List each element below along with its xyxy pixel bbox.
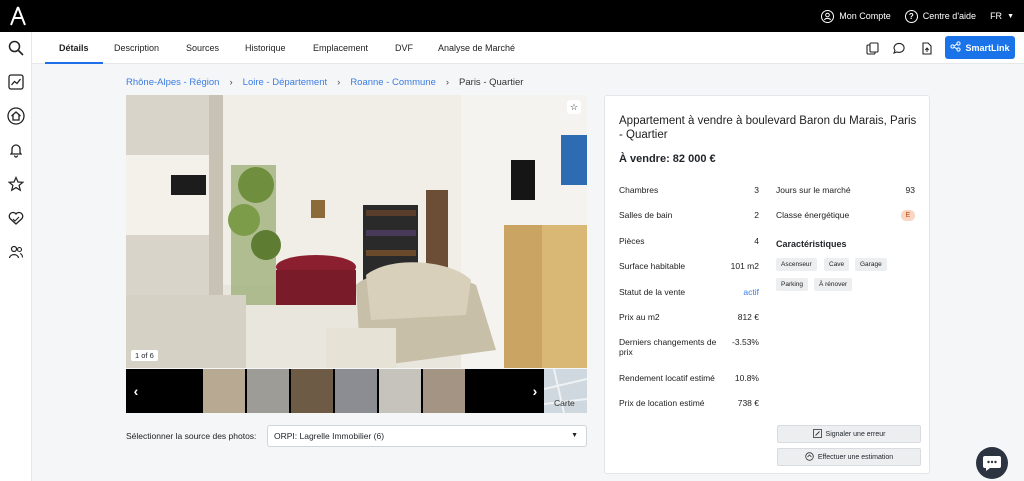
next-arrow-icon[interactable]: › (528, 379, 542, 403)
tab-analyse-marche[interactable]: Analyse de Marché (438, 32, 515, 64)
star-icon[interactable] (6, 174, 26, 194)
label-classe-energetique: Classe énergétique (776, 210, 850, 220)
value-pieces: 4 (754, 236, 759, 246)
photo-source-select[interactable]: ORPI: Lagrelle Immobilier (6) ▼ (267, 425, 587, 447)
photo-source-value: ORPI: Lagrelle Immobilier (6) (274, 431, 385, 441)
thumbnail[interactable] (335, 369, 377, 413)
label-surface: Surface habitable (619, 261, 686, 271)
question-icon: ? (904, 9, 918, 23)
tab-sources[interactable]: Sources (186, 32, 219, 64)
report-error-label: Signaler une erreur (825, 430, 886, 438)
thumbnail[interactable] (379, 369, 421, 413)
help-label: Centre d'aide (922, 11, 977, 21)
breadcrumb: Rhône-Alpes - Région › Loire - Départeme… (126, 77, 523, 88)
thumbnail[interactable] (247, 369, 289, 413)
favorite-star-icon[interactable]: ☆ (567, 100, 581, 114)
users-icon[interactable] (6, 242, 26, 262)
label-prix-m2: Prix au m2 (619, 312, 660, 322)
features-title: Caractéristiques (776, 239, 847, 249)
label-pieces: Pièces (619, 236, 645, 246)
value-jours-marche: 93 (905, 185, 915, 195)
chat-icon[interactable] (976, 447, 1008, 479)
user-icon (821, 9, 835, 23)
label-rendement: Rendement locatif estimé (619, 373, 715, 383)
breadcrumb-region[interactable]: Rhône-Alpes - Région (126, 77, 219, 88)
sidebar (0, 32, 32, 481)
tab-details[interactable]: Détails (45, 32, 103, 64)
estimate-label: Effectuer une estimation (817, 453, 894, 461)
listing-title: Appartement à vendre à boulevard Baron d… (619, 115, 917, 141)
handshake-heart-icon[interactable] (6, 208, 26, 228)
thumbnail[interactable] (203, 369, 245, 413)
label-statut: Statut de la vente (619, 287, 686, 297)
compare-icon[interactable] (864, 40, 880, 56)
tab-emplacement[interactable]: Emplacement (313, 32, 368, 64)
label-salles-de-bain: Salles de bain (619, 210, 673, 220)
value-rendement: 10.8% (734, 373, 759, 383)
value-changements-prix: -3.53% (732, 337, 759, 347)
energy-class-badge: E (901, 210, 915, 221)
tab-historique[interactable]: Historique (245, 32, 286, 64)
value-salles-de-bain: 2 (754, 210, 759, 220)
account-label: Mon Compte (839, 11, 891, 21)
thumbnail-strip: ‹ › (126, 369, 587, 413)
chevron-right-icon: › (445, 77, 450, 88)
value-chambres: 3 (754, 185, 759, 195)
thumbnail[interactable] (423, 369, 465, 413)
chevron-right-icon: › (337, 77, 341, 88)
feature-chip: À rénover (814, 278, 853, 291)
estimate-button[interactable]: Effectuer une estimation (777, 448, 921, 466)
photo-source-row: Sélectionner la source des photos: ORPI:… (126, 425, 587, 447)
tab-dvf[interactable]: DVF (395, 32, 413, 64)
smartlink-button[interactable]: SmartLink (945, 36, 1015, 59)
account-link[interactable]: Mon Compte (821, 9, 891, 23)
map-label: Carte (554, 398, 575, 408)
listing-card: Appartement à vendre à boulevard Baron d… (604, 95, 930, 474)
previous-arrow-icon[interactable]: ‹ (129, 379, 143, 403)
smartlink-label: SmartLink (965, 42, 1010, 53)
map-thumbnail[interactable]: Carte (544, 369, 587, 413)
report-error-button[interactable]: Signaler une erreur (777, 425, 921, 443)
breadcrumb-quartier: Paris - Quartier (459, 77, 524, 88)
share-icon (950, 41, 962, 54)
help-link[interactable]: ? Centre d'aide (904, 9, 977, 23)
chart-icon[interactable] (6, 72, 26, 92)
value-prix-location: 738 € (737, 398, 759, 408)
tab-description[interactable]: Description (114, 32, 159, 64)
listing-price: À vendre: 82 000 € (619, 153, 716, 165)
value-prix-m2: 812 € (737, 312, 759, 322)
feature-chip: Garage (855, 258, 887, 271)
language-select[interactable]: FR ▼ (990, 11, 1014, 21)
a-logo-icon[interactable] (8, 5, 28, 27)
value-surface: 101 m2 (730, 261, 759, 271)
chevron-right-icon: › (229, 77, 233, 88)
label-prix-location: Prix de location estimé (619, 398, 705, 408)
language-label: FR (990, 11, 1003, 21)
breadcrumb-commune[interactable]: Roanne - Commune (350, 77, 436, 88)
label-jours-marche: Jours sur le marché (776, 185, 851, 195)
feature-chip: Parking (776, 278, 809, 291)
photo-source-label: Sélectionner la source des photos: (126, 431, 257, 441)
label-changements-prix: Derniers changements de prix (619, 337, 717, 357)
comment-icon[interactable] (890, 40, 906, 56)
caret-down-icon: ▼ (1007, 12, 1014, 20)
bell-icon[interactable] (6, 140, 26, 160)
label-chambres: Chambres (619, 185, 659, 195)
edit-icon (812, 428, 822, 440)
top-bar: Mon Compte ? Centre d'aide FR ▼ (0, 0, 1024, 32)
feature-chip: Ascenseur (776, 258, 817, 271)
feature-chip: Cave (824, 258, 850, 271)
home-icon[interactable] (6, 106, 26, 126)
export-document-icon[interactable] (918, 40, 934, 56)
photo-counter: 1 of 6 (131, 350, 158, 361)
caret-down-icon: ▼ (571, 432, 578, 439)
value-statut[interactable]: actif (715, 287, 759, 297)
tab-bar: Détails Description Sources Historique E… (32, 32, 1024, 64)
estimate-icon (805, 451, 814, 463)
search-icon[interactable] (6, 38, 26, 58)
main-photo[interactable] (126, 95, 587, 368)
thumbnail[interactable] (291, 369, 333, 413)
breadcrumb-departement[interactable]: Loire - Département (243, 77, 327, 88)
